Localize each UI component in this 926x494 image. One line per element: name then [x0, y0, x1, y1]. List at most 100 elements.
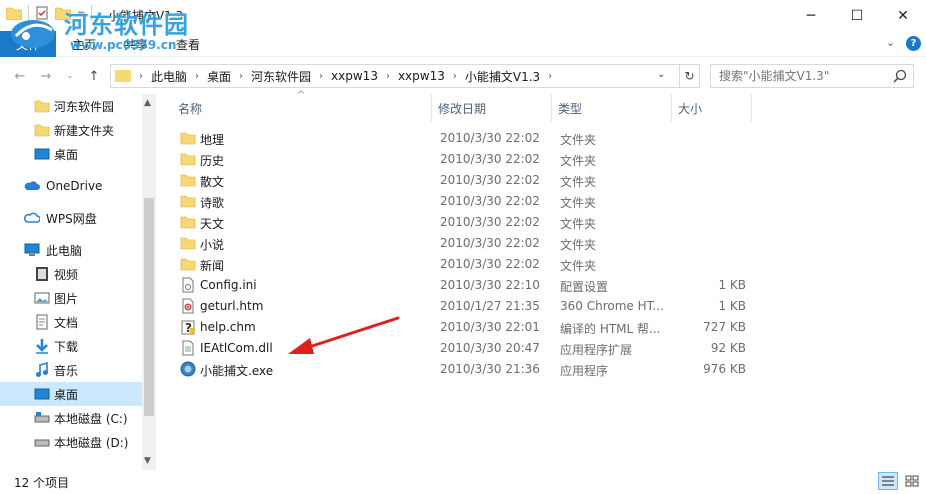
- breadcrumb-this-pc[interactable]: 此电脑: [151, 68, 187, 85]
- customize-toolbar-icon[interactable]: =: [77, 8, 85, 19]
- sidebar-item-downloads[interactable]: 下载: [0, 334, 142, 358]
- minimize-button[interactable]: ─: [788, 0, 834, 31]
- file-name: Config.ini: [200, 278, 257, 292]
- table-row[interactable]: 地理 2010/3/30 22:02 文件夹: [176, 128, 758, 149]
- file-type: 编译的 HTML 帮...: [560, 322, 661, 336]
- address-bar[interactable]: › 此电脑 › 桌面 › 河东软件园 › xxpw13 › xxpw13 › 小…: [110, 64, 700, 88]
- recent-locations-icon[interactable]: ⌄: [60, 66, 80, 86]
- tab-share[interactable]: 共享: [124, 36, 148, 53]
- search-icon[interactable]: [893, 69, 907, 83]
- file-date: 2010/3/30 22:02: [440, 173, 540, 187]
- folder-icon: [180, 195, 196, 208]
- crumb-separator[interactable]: ›: [319, 71, 323, 82]
- table-row[interactable]: ? help.chm 2010/3/30 22:01 编译的 HTML 帮...…: [176, 317, 758, 338]
- file-date: 2010/3/30 22:02: [440, 257, 540, 271]
- column-header-date[interactable]: 修改日期: [432, 94, 552, 122]
- table-row[interactable]: 诗歌 2010/3/30 22:02 文件夹: [176, 191, 758, 212]
- sidebar-item-label: 新建文件夹: [54, 123, 115, 138]
- sidebar-item-hedong[interactable]: 河东软件园: [0, 94, 142, 118]
- sidebar-item-pictures[interactable]: 图片: [0, 286, 142, 310]
- sidebar-item-label: 本地磁盘 (D:): [54, 435, 129, 450]
- table-row[interactable]: geturl.htm 2010/1/27 21:35 360 Chrome HT…: [176, 296, 758, 317]
- folder-icon[interactable]: [6, 6, 22, 20]
- sidebar-item-documents[interactable]: 文档: [0, 310, 142, 334]
- table-row[interactable]: 历史 2010/3/30 22:02 文件夹: [176, 149, 758, 170]
- breadcrumb-xxpw13-a[interactable]: xxpw13: [331, 69, 378, 83]
- folder-icon: [34, 100, 50, 113]
- annotation-arrow-icon: [288, 316, 400, 354]
- file-type: 文件夹: [560, 238, 597, 252]
- tab-view[interactable]: 查看: [176, 36, 200, 53]
- sidebar-item-drive-d[interactable]: 本地磁盘 (D:): [0, 430, 142, 454]
- address-folder-icon: [115, 70, 131, 82]
- sidebar-item-label: 此电脑: [46, 243, 83, 258]
- file-type: 文件夹: [560, 154, 597, 168]
- column-header-size[interactable]: 大小: [672, 94, 752, 122]
- search-box[interactable]: [710, 64, 914, 88]
- sidebar-item-onedrive[interactable]: OneDrive: [0, 174, 142, 198]
- file-type: 应用程序扩展: [560, 343, 633, 357]
- search-input[interactable]: [719, 69, 889, 83]
- sidebar-item-label: OneDrive: [46, 179, 103, 193]
- navigation-pane: 河东软件园 新建文件夹 桌面 OneDrive WPS网盘 此电脑 视频 图片 …: [0, 94, 156, 470]
- back-icon[interactable]: ←: [10, 66, 30, 86]
- up-icon[interactable]: ↑: [84, 66, 104, 86]
- table-row[interactable]: 天文 2010/3/30 22:02 文件夹: [176, 212, 758, 233]
- computer-icon: [24, 243, 40, 256]
- sidebar-item-wps[interactable]: WPS网盘: [0, 206, 142, 230]
- sidebar-item-music[interactable]: 音乐: [0, 358, 142, 382]
- crumb-separator[interactable]: ›: [548, 71, 552, 82]
- sidebar-item-new-folder[interactable]: 新建文件夹: [0, 118, 142, 142]
- large-icons-view-button[interactable]: [902, 472, 922, 490]
- table-row[interactable]: 小能捕文.exe 2010/3/30 21:36 应用程序 976 KB: [176, 359, 758, 380]
- tab-home[interactable]: 主页: [72, 36, 96, 53]
- sidebar-item-desktop[interactable]: 桌面: [0, 382, 142, 406]
- music-icon: [36, 362, 48, 377]
- toolbar-separator: [91, 5, 93, 21]
- crumb-separator[interactable]: ›: [139, 71, 143, 82]
- new-folder-icon[interactable]: [55, 6, 71, 20]
- breadcrumb-xxpw13-b[interactable]: xxpw13: [398, 69, 445, 83]
- file-date: 2010/3/30 22:10: [440, 278, 540, 292]
- file-date: 2010/3/30 22:02: [440, 152, 540, 166]
- tab-file[interactable]: 文件: [0, 31, 56, 57]
- maximize-button[interactable]: ☐: [834, 0, 880, 31]
- file-name: 地理: [200, 133, 225, 147]
- column-header-type[interactable]: 类型: [552, 94, 672, 122]
- sidebar-scroll-thumb[interactable]: [144, 198, 154, 416]
- close-button[interactable]: ✕: [880, 0, 926, 31]
- column-header-name[interactable]: 名称: [172, 94, 432, 122]
- file-name: 小能捕文.exe: [200, 364, 274, 378]
- breadcrumb-hedong[interactable]: 河东软件园: [251, 68, 311, 85]
- help-icon[interactable]: ?: [906, 36, 921, 51]
- sidebar-item-this-pc[interactable]: 此电脑: [0, 238, 142, 262]
- forward-icon[interactable]: →: [36, 66, 56, 86]
- details-view-button[interactable]: [878, 472, 898, 490]
- table-row[interactable]: 散文 2010/3/30 22:02 文件夹: [176, 170, 758, 191]
- sidebar-item-desktop-quick[interactable]: 桌面: [0, 142, 142, 166]
- scroll-down-icon[interactable]: ▼: [144, 456, 151, 466]
- address-dropdown-icon[interactable]: ⌄: [657, 69, 665, 80]
- table-row[interactable]: IEAtlCom.dll 2010/3/30 20:47 应用程序扩展 92 K…: [176, 338, 758, 359]
- crumb-separator[interactable]: ›: [453, 71, 457, 82]
- drive-icon: [34, 439, 50, 447]
- properties-icon[interactable]: [35, 6, 49, 20]
- scroll-up-icon[interactable]: ▲: [144, 98, 151, 108]
- folder-icon: [180, 216, 196, 229]
- table-row[interactable]: Config.ini 2010/3/30 22:10 配置设置 1 KB: [176, 275, 758, 296]
- breadcrumb-current[interactable]: 小能捕文V1.3: [465, 68, 540, 85]
- crumb-separator[interactable]: ›: [386, 71, 390, 82]
- refresh-icon[interactable]: ↻: [679, 65, 699, 87]
- sidebar-item-label: WPS网盘: [46, 211, 97, 226]
- crumb-separator[interactable]: ›: [195, 71, 199, 82]
- file-name: IEAtlCom.dll: [200, 341, 273, 355]
- table-row[interactable]: 小说 2010/3/30 22:02 文件夹: [176, 233, 758, 254]
- breadcrumb-desktop[interactable]: 桌面: [207, 68, 231, 85]
- sidebar-item-drive-c[interactable]: 本地磁盘 (C:): [0, 406, 142, 430]
- file-type: 文件夹: [560, 196, 597, 210]
- table-row[interactable]: 新闻 2010/3/30 22:02 文件夹: [176, 254, 758, 275]
- crumb-separator[interactable]: ›: [239, 71, 243, 82]
- folder-icon: [180, 132, 196, 145]
- expand-ribbon-icon[interactable]: ⌄: [886, 36, 895, 49]
- sidebar-item-videos[interactable]: 视频: [0, 262, 142, 286]
